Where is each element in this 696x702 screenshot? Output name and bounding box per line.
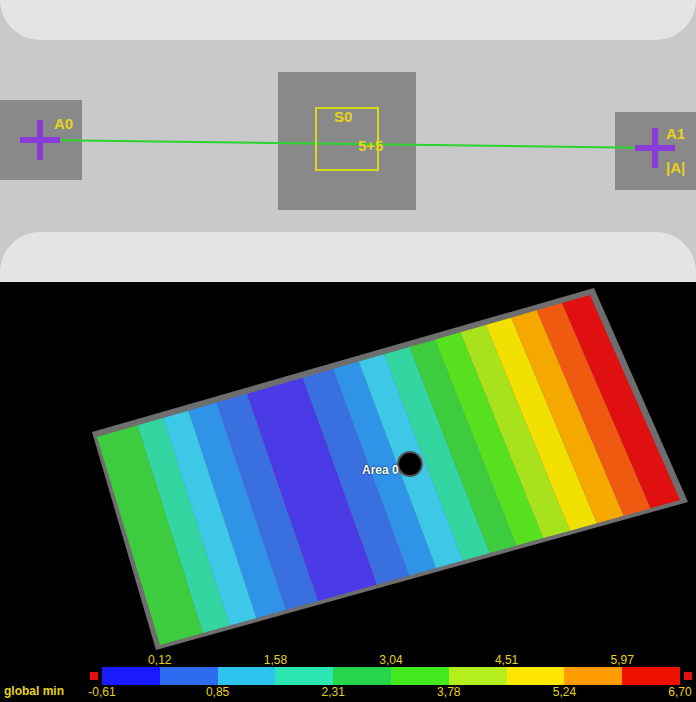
min-marker-icon xyxy=(90,672,98,680)
color-scale: 0,121,583,044,515,97-0,610,852,313,785,2… xyxy=(102,653,680,699)
marker-label: A1 xyxy=(666,126,685,141)
tick-label: 5,24 xyxy=(553,685,576,699)
contour-band xyxy=(562,295,680,508)
color-segment xyxy=(622,667,680,685)
color-segment xyxy=(391,667,449,685)
dic-viewer: A0 A1 |A| S0 5+5 Area 0 global min 0,12 1,58 3,04… xyxy=(0,0,696,702)
camera-image: A0 A1 |A| S0 5+5 xyxy=(0,0,696,282)
tick-label: 3,78 xyxy=(437,685,460,699)
contour-map: Area 0 xyxy=(0,282,696,650)
max-marker-icon xyxy=(684,672,692,680)
color-segment xyxy=(449,667,507,685)
facet-label: S0 xyxy=(334,109,352,124)
marker-label: |A| xyxy=(666,160,685,175)
tick-label: 0,85 xyxy=(206,685,229,699)
global-min-label: global min xyxy=(4,684,86,702)
color-segment xyxy=(160,667,218,685)
tick-label: 2,31 xyxy=(322,685,345,699)
tick-label: 4,51 xyxy=(495,653,518,667)
specimen-shoulder xyxy=(0,0,696,40)
tick-label: -0,61 xyxy=(88,685,115,699)
color-segment xyxy=(333,667,391,685)
color-segment xyxy=(218,667,276,685)
facet-reading: 5+5 xyxy=(358,138,383,153)
tick-label: 1,58 xyxy=(264,653,287,667)
marker-label: A0 xyxy=(54,116,73,131)
area-label: Area 0 xyxy=(362,463,399,477)
extensometer-line xyxy=(0,0,696,282)
color-segment xyxy=(275,667,333,685)
tick-label: 3,04 xyxy=(379,653,402,667)
specimen-shoulder xyxy=(0,232,696,282)
color-segment xyxy=(507,667,565,685)
color-segment xyxy=(102,667,160,685)
tick-label: 0,12 xyxy=(148,653,171,667)
tick-label: 6,70 xyxy=(668,685,691,699)
facet-region xyxy=(278,72,416,210)
color-bar: global min 0,12 1,58 3,04 4,51 5,97 -0,61 0,85 2… xyxy=(0,650,696,702)
strain-field xyxy=(0,282,696,650)
tick-label: 5,97 xyxy=(611,653,634,667)
color-segment xyxy=(564,667,622,685)
hole-icon xyxy=(398,452,422,476)
